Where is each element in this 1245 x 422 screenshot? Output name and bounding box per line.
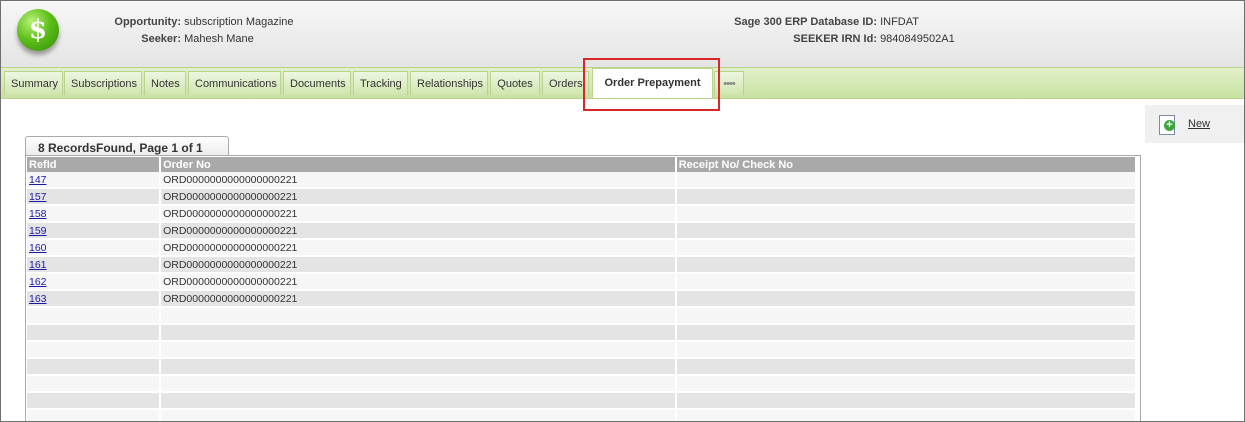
seeker-value: Mahesh Mane bbox=[184, 33, 254, 45]
order-no-cell: ORD0000000000000000221 bbox=[160, 222, 677, 240]
refid-link[interactable]: 159 bbox=[29, 225, 47, 237]
receipt-no-cell bbox=[675, 172, 1138, 189]
refid-cell: 147 bbox=[27, 172, 162, 189]
order-no-cell: ORD0000000000000000221 bbox=[160, 172, 677, 189]
refid-cell: 161 bbox=[27, 256, 162, 274]
refid-link[interactable]: 160 bbox=[29, 242, 47, 254]
receipt-no-cell bbox=[675, 290, 1138, 308]
receipt-no-cell bbox=[675, 222, 1138, 240]
refid-cell: 159 bbox=[27, 222, 162, 240]
refid-cell bbox=[27, 392, 162, 410]
order-no-cell: ORD0000000000000000221 bbox=[160, 205, 677, 223]
order-no-cell bbox=[160, 307, 677, 325]
receipt-no-cell bbox=[675, 273, 1138, 291]
seeker-irn-label: SEEKER IRN Id: bbox=[793, 33, 877, 45]
refid-cell bbox=[27, 324, 162, 342]
refid-link[interactable]: 161 bbox=[29, 259, 47, 271]
tab-tracking[interactable]: Tracking bbox=[353, 71, 408, 95]
refid-link[interactable]: 157 bbox=[29, 191, 47, 203]
order-no-cell bbox=[160, 392, 677, 410]
table-row: 158 ORD0000000000000000221 bbox=[27, 205, 1138, 223]
tab-notes[interactable]: Notes bbox=[144, 71, 186, 95]
table-header-row: RefId Order No Receipt No/ Check No bbox=[27, 157, 1138, 172]
receipt-no-cell bbox=[675, 341, 1138, 359]
opportunity-value: subscription Magazine bbox=[184, 16, 294, 28]
order-no-cell: ORD0000000000000000221 bbox=[160, 290, 677, 308]
new-button-label[interactable]: New bbox=[1188, 118, 1210, 130]
refid-cell: 157 bbox=[27, 188, 162, 206]
app-window: $ Opportunity: subscription Magazine See… bbox=[0, 0, 1245, 422]
table-row: 147 ORD0000000000000000221 bbox=[27, 172, 1138, 189]
refid-link[interactable]: 147 bbox=[29, 174, 47, 186]
receipt-no-cell bbox=[675, 324, 1138, 342]
refid-cell: 163 bbox=[27, 290, 162, 308]
order-no-cell: ORD0000000000000000221 bbox=[160, 256, 677, 274]
empty-table-row bbox=[27, 375, 1138, 393]
column-header-receipt-no[interactable]: Receipt No/ Check No bbox=[675, 157, 1138, 172]
receipt-no-cell bbox=[675, 188, 1138, 206]
records-found-tab: 8 RecordsFound, Page 1 of 1 bbox=[25, 136, 229, 156]
tab-quotes[interactable]: Quotes bbox=[490, 71, 540, 95]
seeker-irn-value: 9840849502A1 bbox=[880, 33, 955, 45]
opportunity-label: Opportunity: bbox=[114, 16, 181, 28]
order-no-cell: ORD0000000000000000221 bbox=[160, 273, 677, 291]
order-no-cell bbox=[160, 375, 677, 393]
refid-cell bbox=[27, 375, 162, 393]
prepayment-table: RefId Order No Receipt No/ Check No 147 O… bbox=[27, 157, 1138, 421]
refid-cell: 160 bbox=[27, 239, 162, 257]
table-row: 163 ORD0000000000000000221 bbox=[27, 290, 1138, 308]
database-id-label: Sage 300 ERP Database ID: bbox=[734, 16, 877, 28]
receipt-no-cell bbox=[675, 409, 1138, 421]
order-no-cell bbox=[160, 324, 677, 342]
receipt-no-cell bbox=[675, 205, 1138, 223]
tab-subscriptions[interactable]: Subscriptions bbox=[64, 71, 142, 95]
tab-relationships[interactable]: Relationships bbox=[410, 71, 488, 95]
database-id-value: INFDAT bbox=[880, 16, 919, 28]
refid-link[interactable]: 163 bbox=[29, 293, 47, 305]
refid-link[interactable]: 158 bbox=[29, 208, 47, 220]
empty-table-row bbox=[27, 409, 1138, 421]
tab-documents[interactable]: Documents bbox=[283, 71, 351, 95]
receipt-no-cell bbox=[675, 358, 1138, 376]
column-header-refid[interactable]: RefId bbox=[27, 157, 162, 172]
order-no-cell: ORD0000000000000000221 bbox=[160, 239, 677, 257]
order-no-cell bbox=[160, 341, 677, 359]
table-row: 160 ORD0000000000000000221 bbox=[27, 239, 1138, 257]
seeker-label: Seeker: bbox=[141, 33, 181, 45]
empty-table-row bbox=[27, 358, 1138, 376]
table-row: 162 ORD0000000000000000221 bbox=[27, 273, 1138, 291]
table-body: 147 ORD0000000000000000221 157 ORD000000000… bbox=[27, 172, 1138, 421]
tab-orders[interactable]: Orders bbox=[542, 71, 589, 95]
empty-table-row bbox=[27, 341, 1138, 359]
receipt-no-cell bbox=[675, 375, 1138, 393]
empty-table-row bbox=[27, 307, 1138, 325]
column-header-order-no[interactable]: Order No bbox=[160, 157, 677, 172]
refid-cell bbox=[27, 358, 162, 376]
receipt-no-cell bbox=[675, 307, 1138, 325]
order-no-cell bbox=[160, 358, 677, 376]
refid-link[interactable]: 162 bbox=[29, 276, 47, 288]
empty-table-row bbox=[27, 324, 1138, 342]
receipt-no-cell bbox=[675, 239, 1138, 257]
prepayment-grid: RefId Order No Receipt No/ Check No 147 O… bbox=[25, 155, 1141, 421]
receipt-no-cell bbox=[675, 256, 1138, 274]
refid-cell: 162 bbox=[27, 273, 162, 291]
table-row: 161 ORD0000000000000000221 bbox=[27, 256, 1138, 274]
table-row: 159 ORD0000000000000000221 bbox=[27, 222, 1138, 240]
tab-communications[interactable]: Communications bbox=[188, 71, 281, 95]
order-no-cell bbox=[160, 409, 677, 421]
refid-cell bbox=[27, 409, 162, 421]
refid-cell: 158 bbox=[27, 205, 162, 223]
tab-summary[interactable]: Summary bbox=[4, 71, 63, 95]
active-tab-highlight bbox=[583, 58, 720, 111]
receipt-no-cell bbox=[675, 392, 1138, 410]
new-button[interactable]: New bbox=[1145, 105, 1244, 143]
order-no-cell: ORD0000000000000000221 bbox=[160, 188, 677, 206]
table-row: 157 ORD0000000000000000221 bbox=[27, 188, 1138, 206]
add-document-icon bbox=[1159, 115, 1175, 135]
refid-cell bbox=[27, 307, 162, 325]
empty-table-row bbox=[27, 392, 1138, 410]
refid-cell bbox=[27, 341, 162, 359]
